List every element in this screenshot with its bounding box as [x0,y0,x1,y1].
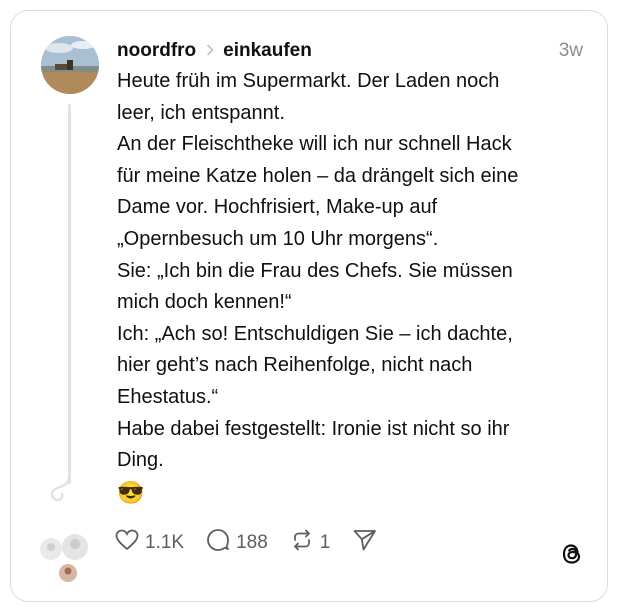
post-line: leer, ich entspannt. [117,101,285,124]
avatar[interactable] [41,36,99,94]
post-body: Heute früh im Supermarkt. Der Laden noch… [117,66,587,508]
thread-line [68,104,71,484]
heart-icon [115,529,145,557]
post-line: Ding. [117,449,164,472]
like-button[interactable]: 1.1K [115,529,184,557]
repost-button[interactable]: 1 [290,528,331,558]
post-line: Habe dabei festgestellt: Ironie ist nich… [117,417,510,440]
repost-count: 1 [319,532,331,553]
chevron-right-icon [206,40,214,62]
post-time: 3w [558,40,583,61]
post-line: Ehestatus.“ [117,385,219,408]
avatar-image [41,36,99,94]
post-line: für meine Katze holen – da drängelt sich… [117,164,519,187]
send-icon [352,528,384,558]
post-line: mich doch kennen!“ [117,291,292,314]
post-line: Sie: „Ich bin die Frau des Chefs. Sie mü… [117,259,513,282]
post-line: „Opernbesuch um 10 Uhr morgens“. [117,227,439,250]
replier-avatars[interactable] [37,533,97,587]
post-line: Ich: „Ach so! Entschuldigen Sie – ich da… [117,322,513,345]
post-line: An der Fleischtheke will ich nur schnell… [117,133,512,156]
post-header: noordfro einkaufen [117,38,312,64]
community-tag[interactable]: einkaufen [223,40,312,62]
reply-count: 188 [236,532,268,553]
like-count: 1.1K [145,532,185,553]
post-line: hier geht’s nach Reihenfolge, nicht nach [117,354,473,377]
thread-curl-icon [50,478,70,502]
comment-icon [206,528,236,558]
post-line: Heute früh im Supermarkt. Der Laden noch [117,70,500,92]
share-button[interactable] [352,528,384,558]
threads-logo-icon[interactable] [560,541,584,572]
post-line: Dame vor. Hochfrisiert, Make-up auf [117,196,438,219]
sunglasses-emoji: 😎 [117,479,145,505]
username[interactable]: noordfro [117,40,196,62]
reply-button[interactable]: 188 [206,528,268,558]
action-bar: 1.1K 188 1 [115,528,406,558]
repost-icon [290,528,320,558]
